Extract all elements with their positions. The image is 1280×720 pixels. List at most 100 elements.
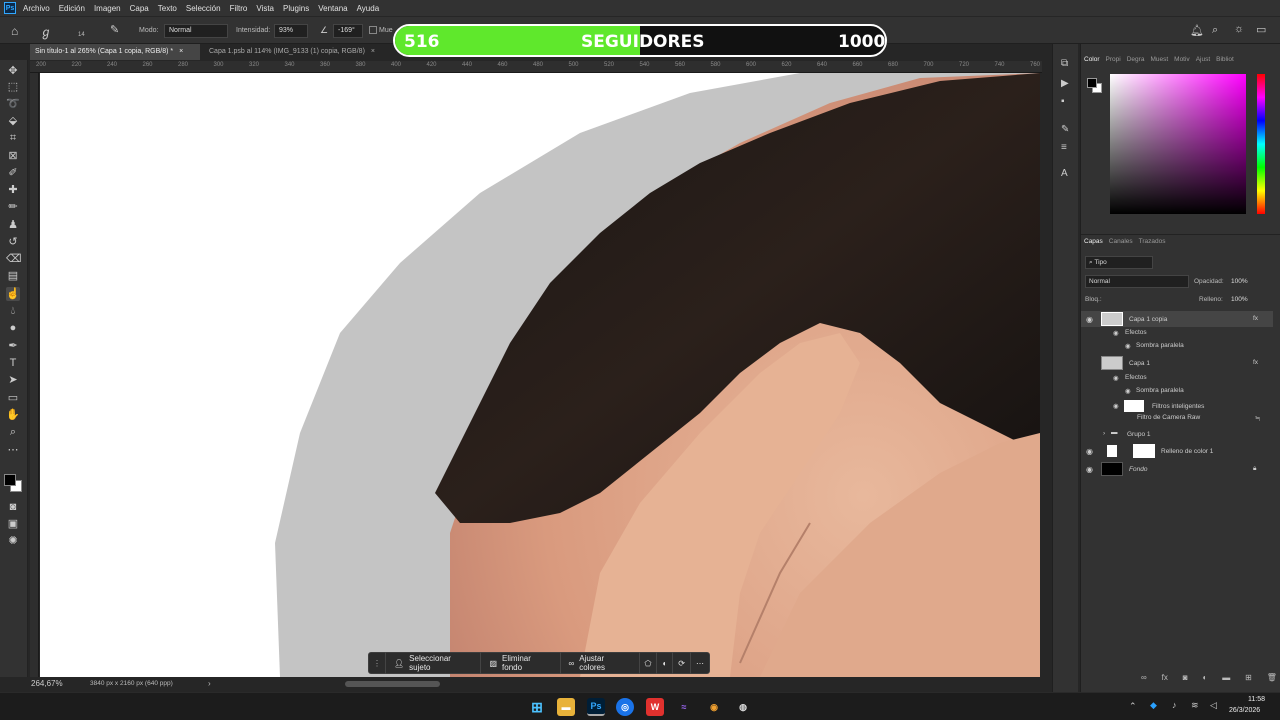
tab-channels[interactable]: Canales	[1106, 235, 1136, 248]
move-tool-icon[interactable]: ✥	[6, 64, 20, 78]
layer-row[interactable]: ◉ Fondo 🔒︎	[1081, 461, 1273, 477]
microphone-icon[interactable]: ♪	[1172, 700, 1177, 710]
clock-time[interactable]: 11:58	[1248, 696, 1265, 703]
eyedropper-tool-icon[interactable]: ✐	[6, 166, 20, 180]
link-icon[interactable]: ∞	[1141, 673, 1147, 687]
tab-properties[interactable]: Propi	[1103, 53, 1124, 67]
brush-panel-icon[interactable]: ✎	[1061, 124, 1069, 135]
eye-icon[interactable]: ◉	[1125, 387, 1131, 395]
screen-mode-icon[interactable]: ▣	[6, 517, 20, 531]
layer-row[interactable]: ◉ Capa 1 copia fx	[1081, 311, 1273, 327]
mask-icon[interactable]: ◙	[1183, 673, 1188, 687]
folder-icon[interactable]: ▬	[1222, 673, 1230, 687]
menu-vista[interactable]: Vista	[256, 4, 274, 13]
blender-icon[interactable]: ◉	[705, 698, 723, 716]
app-icon[interactable]: ≈	[675, 698, 693, 716]
new-layer-icon[interactable]: ⊞	[1245, 673, 1252, 687]
trash-icon[interactable]: 🗑︎	[1267, 673, 1277, 687]
layer-row[interactable]: ◉ Relleno de color 1	[1081, 443, 1273, 459]
file-explorer-icon[interactable]: ▬	[557, 698, 575, 716]
character-icon[interactable]: A	[1061, 168, 1068, 179]
windows-start-icon[interactable]: ⊞	[528, 698, 546, 716]
more-options-icon[interactable]: ⋯	[691, 652, 709, 674]
hand-tool-icon[interactable]: ✋	[6, 408, 20, 422]
menu-archivo[interactable]: Archivo	[23, 4, 50, 13]
fx-icon[interactable]: fx	[1253, 359, 1258, 366]
menu-plugins[interactable]: Plugins	[283, 4, 309, 13]
filter-options-icon[interactable]: ≒	[1255, 414, 1260, 422]
tab-sin-titulo[interactable]: Sin título-1 al 265% (Capa 1 copia, RGB/…	[30, 44, 200, 60]
blend-mode-select[interactable]: Normal	[1085, 275, 1189, 288]
select-subject-button[interactable]: 👤︎ Seleccionar sujeto	[386, 652, 482, 674]
sample-all-checkbox[interactable]	[369, 26, 377, 34]
stamp-tool-icon[interactable]: ♟	[6, 218, 20, 232]
zoom-tool-icon[interactable]: ⌕	[6, 425, 20, 439]
tab-paths[interactable]: Trazados	[1136, 235, 1169, 248]
search-icon[interactable]: ⌕	[1212, 24, 1218, 37]
brush-settings-icon[interactable]: ✎	[110, 23, 119, 36]
eye-icon[interactable]: ◉	[1125, 342, 1131, 350]
adjustment-icon[interactable]: ◐	[1203, 673, 1208, 687]
eye-icon[interactable]: ◉	[1086, 315, 1093, 324]
eye-icon[interactable]: ◉	[1086, 447, 1093, 456]
rectangle-tool-icon[interactable]: ▭	[6, 391, 20, 405]
lightbulb-icon[interactable]: ☼	[1234, 23, 1244, 35]
play-actions-icon[interactable]: ▶	[1061, 78, 1069, 89]
path-select-tool-icon[interactable]: ➤	[6, 373, 20, 387]
smart-filter-row[interactable]: Filtro de Camera Raw ≒	[1081, 412, 1273, 424]
lasso-tool-icon[interactable]: ➰	[6, 97, 20, 111]
layer-row[interactable]: Capa 1 fx	[1081, 355, 1273, 371]
wifi-icon[interactable]: ≋	[1191, 700, 1199, 711]
fx-icon[interactable]: fx	[1162, 673, 1168, 687]
brush-tool-icon[interactable]: ✏	[6, 200, 20, 214]
chevron-right-icon[interactable]: ›	[1103, 430, 1105, 437]
clock-date[interactable]: 26/3/2026	[1229, 707, 1260, 714]
history-brush-tool-icon[interactable]: ↺	[6, 235, 20, 249]
tab-swatches[interactable]: Muest	[1147, 53, 1171, 67]
obs-icon[interactable]: ◍	[734, 698, 752, 716]
menu-capa[interactable]: Capa	[130, 4, 149, 13]
volume-icon[interactable]: ◁	[1210, 700, 1217, 711]
generative-icon[interactable]: ✺	[6, 534, 20, 548]
dodge-tool-icon[interactable]: ●	[6, 321, 20, 335]
foreground-color-swatch[interactable]	[4, 474, 16, 486]
layer-filter-select[interactable]: ⌕ Tipo	[1085, 256, 1153, 269]
adjustments-icon[interactable]: ≡	[1061, 142, 1067, 153]
intensity-input[interactable]: 93%	[274, 24, 308, 38]
chrome-icon[interactable]: ◎	[616, 698, 634, 716]
quick-mask-icon[interactable]: ◙	[6, 500, 20, 514]
comments-icon[interactable]: ▪	[1061, 96, 1065, 107]
tab-libraries[interactable]: Bibliot	[1213, 53, 1237, 67]
brush-size-value[interactable]: 14	[78, 32, 85, 38]
chevron-right-icon[interactable]: ›	[208, 679, 211, 688]
home-icon[interactable]: ⌂	[11, 24, 18, 38]
eye-icon[interactable]: ◉	[1113, 402, 1119, 410]
remove-background-button[interactable]: ▨ Eliminar fondo	[481, 652, 561, 674]
tab-patterns[interactable]: Motiv	[1171, 53, 1193, 67]
bell-icon[interactable]: 🔔︎	[1190, 24, 1204, 37]
tab-capa1-psb[interactable]: Capa 1.psb al 114% (IMG_9133 (1) copia, …	[204, 44, 409, 60]
tab-adjustments[interactable]: Ajust	[1193, 53, 1213, 67]
tab-gradients[interactable]: Degra	[1124, 53, 1148, 67]
type-tool-icon[interactable]: T	[6, 356, 20, 370]
frame-tool-icon[interactable]: ⊠	[6, 149, 20, 163]
angle-input[interactable]: -169°	[333, 24, 363, 38]
fx-icon[interactable]: fx	[1253, 315, 1258, 322]
adjust-colors-button[interactable]: ∞ Ajustar colores	[561, 652, 640, 674]
pen-tool-icon[interactable]: ✒	[6, 339, 20, 353]
foreground-color-chip[interactable]	[1087, 78, 1097, 88]
gradient-tool-icon[interactable]: ▤	[6, 269, 20, 283]
wps-icon[interactable]: W	[646, 698, 664, 716]
more-tools-icon[interactable]: ⋯	[6, 443, 20, 457]
smudge-tool-icon[interactable]: ☝	[6, 287, 20, 301]
menu-filtro[interactable]: Filtro	[230, 4, 248, 13]
chevron-up-icon[interactable]: ⌃	[1129, 701, 1137, 712]
marquee-tool-icon[interactable]: ⬚	[6, 80, 20, 94]
document-canvas[interactable]	[40, 73, 1040, 677]
blur-tool-icon[interactable]: 💧︎	[6, 304, 20, 318]
mask-icon[interactable]: ◐	[657, 652, 674, 674]
healing-tool-icon[interactable]: ✚	[6, 183, 20, 197]
eye-icon[interactable]: ◉	[1086, 465, 1093, 474]
zoom-level[interactable]: 264,67%	[31, 679, 63, 688]
workspace-icon[interactable]: ▭	[1256, 23, 1266, 36]
